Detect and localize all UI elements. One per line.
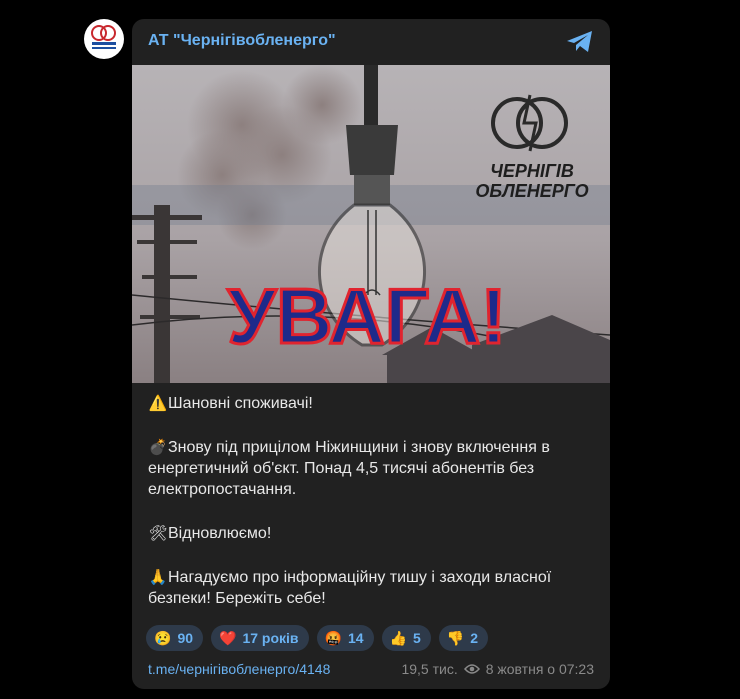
incident-text: Знову під прицілом Ніжинщини і знову вкл…: [148, 439, 550, 498]
thumbs-up-icon: 👍: [389, 629, 407, 646]
heart-icon: ❤️: [219, 629, 237, 646]
angry-face-icon: 🤬: [324, 629, 342, 646]
view-count: 19,5 тис.: [401, 661, 458, 677]
eye-icon: [463, 664, 480, 674]
reaction-thumbs-up[interactable]: 👍 5: [381, 625, 431, 651]
message-card: АТ "Чернігівобленерго" ЧЕРНІГІВ ОБЛЕНЕРГ…: [132, 19, 610, 689]
message-footer: t.me/чернігівобленерго/4148 19,5 тис. 8 …: [148, 659, 594, 679]
reaction-thumbs-down[interactable]: 👎 2: [438, 625, 489, 651]
praying-hands-icon: 🙏: [148, 569, 168, 586]
restoring-text: Відновлюємо!: [168, 525, 272, 542]
telegram-icon[interactable]: [566, 30, 594, 54]
reaction-angry[interactable]: 🤬 14: [316, 625, 374, 651]
reactions-bar: 😢 90 ❤️ 17 років 🤬 14 👍 5 👎 2: [146, 625, 489, 651]
greeting-text: Шановні споживачі!: [168, 395, 313, 412]
reaction-count: 14: [347, 630, 364, 646]
reaction-count: 17 років: [242, 630, 299, 646]
post-link[interactable]: t.me/чернігівобленерго/4148: [148, 661, 330, 677]
post-image[interactable]: ЧЕРНІГІВ ОБЛЕНЕРГО УВАГА!: [132, 65, 610, 383]
channel-name[interactable]: АТ "Чернігівобленерго": [148, 32, 336, 50]
reaction-count: 2: [470, 630, 479, 646]
reminder-text: Нагадуємо про інформаційну тишу і заходи…: [148, 569, 552, 607]
post-date[interactable]: 8 жовтня о 07:23: [486, 661, 594, 677]
logo-text-line2: ОБЛЕНЕРГО: [475, 181, 588, 201]
channel-avatar[interactable]: [84, 19, 124, 59]
post-meta: 19,5 тис. 8 жовтня о 07:23: [401, 661, 594, 677]
crying-face-icon: 😢: [154, 629, 172, 646]
bomb-icon: 💣: [148, 439, 168, 456]
message-text: ⚠️Шановні споживачі! 💣Знову під прицілом…: [148, 393, 598, 609]
reaction-count: 90: [177, 630, 194, 646]
reaction-count: 5: [412, 630, 421, 646]
banner-text: УВАГА!: [228, 272, 507, 360]
tools-icon: 🛠: [148, 525, 168, 542]
warning-icon: ⚠️: [148, 395, 168, 412]
logo-text-line1: ЧЕРНІГІВ: [490, 161, 574, 181]
reaction-crying[interactable]: 😢 90: [146, 625, 204, 651]
thumbs-down-icon: 👎: [446, 629, 465, 646]
message-header: АТ "Чернігівобленерго": [132, 19, 610, 65]
reaction-heart[interactable]: ❤️ 17 років: [211, 625, 309, 651]
